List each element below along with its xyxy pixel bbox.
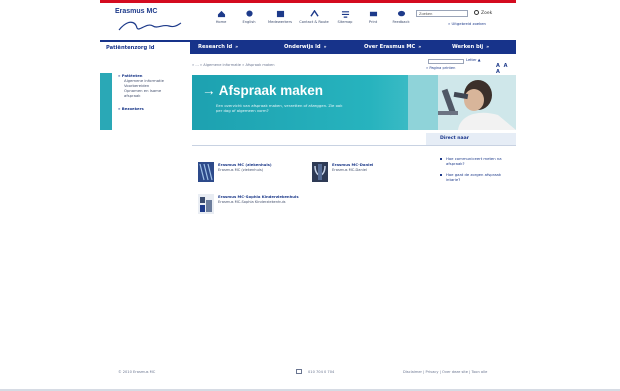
building-thumbnail-icon [312,162,328,182]
toolbar-building-button[interactable]: Medewerkers [266,10,294,24]
toolbar-globe-button[interactable]: English [238,10,260,24]
print-page-link[interactable]: » Pagina printen [426,66,455,70]
print-icon [369,11,377,17]
site-header: Erasmus MC Home English Medewerkers Contact… [100,4,516,38]
search-button-label: Zoek [481,11,493,16]
direct-naar-links: Hoe communiceert meten na afspraak? Hoe g… [440,156,514,188]
sidebar-accent-strip [100,73,112,130]
card-title: Erasmus MC (ziekenhuis) [218,162,272,167]
breadcrumb: » ... » Algemene informatie » Afspraak m… [192,63,275,67]
toolbar-sitemap-button[interactable]: Sitemap [334,10,356,24]
card-erasmus-daniel[interactable]: Erasmus MC-Daniel Erasmus MC-Daniel [312,162,373,182]
utility-tools: Letter ▲ » Pagina printen A A A [426,58,516,75]
nav-item-label: Patiëntenzorg ld [106,45,155,51]
card-erasmus-sophia[interactable]: Erasmus MC-Sophia Kinderziekenhuis Erasm… [198,194,299,214]
main-nav: Patiëntenzorg ld Research ld» Onderwijs ld… [100,40,516,54]
text-size-buttons[interactable]: A A A [496,63,516,75]
hero-banner: → Afspraak maken Een overzicht van afspr… [192,75,516,130]
card-subtitle: Erasmus MC-Sophia Kinderziekenhuis [218,200,286,204]
nav-arrow-icon: » [418,44,422,50]
site-footer: © 2010 Erasmus MC 010 704 0 704 Disclaim… [100,368,516,378]
hero-microscope-photo [408,75,516,130]
building-icon [276,10,284,18]
nav-item-2[interactable]: Onderwijs ld» [276,40,356,54]
footer-copyright: © 2010 Erasmus MC [118,370,156,374]
nav-item-1[interactable]: Research ld» [190,40,276,54]
globe-icon [245,10,253,17]
direct-naar-link[interactable]: Hoe gaat de zorgen afspraak intarie? [440,172,514,182]
card-erasmus-ziekenhuis[interactable]: Erasmus MC (ziekenhuis) Erasmus MC (ziek… [198,162,272,182]
nav-item-4[interactable]: Werken bij» [444,40,516,54]
toolbar-home-button[interactable]: Home [210,10,232,24]
toolbar-route-button[interactable]: Contact & Route [299,10,329,24]
hero-intro-text: Een overzicht van afspraak maken, verzet… [216,103,343,113]
toolbar-label: Contact & Route [299,20,329,24]
sitemap-icon [341,11,349,18]
top-accent-bar [100,0,516,3]
nav-arrow-icon: » [486,44,490,50]
nav-item-label: Onderwijs ld [284,44,321,50]
advanced-search-link[interactable]: » Uitgebreid zoeken [448,21,486,26]
footer-links[interactable]: Disclaimer | Privacy | Over deze site | … [403,370,487,374]
nav-item-3[interactable]: Over Erasmus MC» [356,40,444,54]
logo-swoosh-icon [118,21,182,31]
nav-item-label: Werken bij [452,44,484,50]
toolbar-label: Print [368,20,378,24]
direct-naar-header: Direct naar [426,133,516,145]
nav-arrow-icon: » [323,44,327,50]
home-icon [217,10,225,18]
content-divider [192,145,516,146]
phone-icon [296,369,302,374]
card-subtitle: Erasmus MC (ziekenhuis) [218,168,264,172]
sidebar-item-5[interactable]: » Bezoekers [112,106,190,111]
nav-arrow-icon: » [235,44,239,50]
building-thumbnail-icon [198,162,214,182]
header-toolbar: Home English Medewerkers Contact & Route Sit… [210,10,412,24]
search-button[interactable]: Zoek [474,10,492,16]
route-icon [309,10,319,17]
sidebar: » Patiënten Algemene informatie Voorbereid… [112,73,190,130]
toolbar-label: English [242,20,256,24]
search-input[interactable]: Zoeken [416,10,468,17]
nav-item-label: Research ld [198,44,233,50]
footer-phone: 010 704 0 704 [308,370,335,374]
card-title: Erasmus MC-Daniel [332,162,374,167]
font-size-input[interactable] [428,59,464,64]
sidebar-item-4[interactable]: afspraak [112,93,190,98]
font-size-label: Letter ▲ [466,58,481,62]
toolbar-label: Home [215,20,227,24]
feedback-icon [397,10,405,17]
toolbar-label: Feedback [392,20,410,24]
toolbar-feedback-button[interactable]: Feedback [390,10,412,24]
search-icon [474,10,479,15]
erasmus-logo[interactable]: Erasmus MC [115,8,185,34]
building-thumbnail-icon [198,194,214,214]
nav-item-0[interactable]: Patiëntenzorg ld [100,40,190,54]
nav-item-label: Over Erasmus MC [364,44,416,50]
toolbar-print-button[interactable]: Print [362,10,384,24]
card-subtitle: Erasmus MC-Daniel [332,168,367,172]
card-title: Erasmus MC-Sophia Kinderziekenhuis [218,194,299,199]
toolbar-label: Sitemap [337,20,353,24]
toolbar-label: Medewerkers [268,20,292,24]
direct-naar-link[interactable]: Hoe communiceert meten na afspraak? [440,156,514,166]
page-title: → Afspraak maken [202,83,324,98]
logo-text: Erasmus MC [115,8,158,15]
